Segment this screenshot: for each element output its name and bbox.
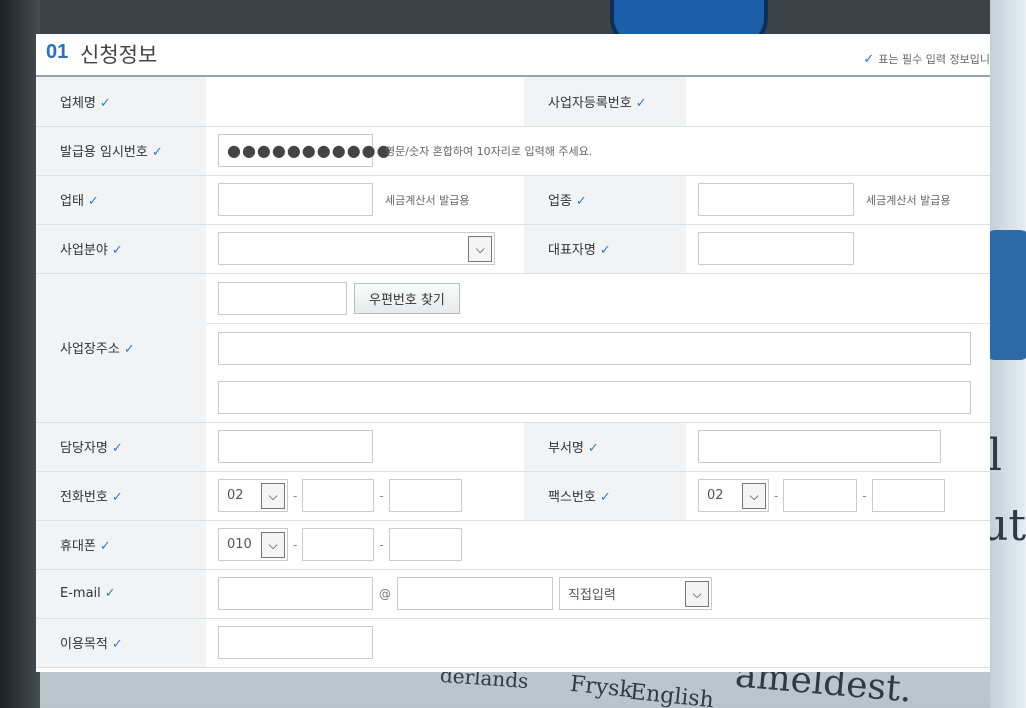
mobile-last-input[interactable]: [388, 528, 462, 561]
email-at-sign: @: [379, 586, 391, 601]
label-purpose: 이용목적 ✓: [36, 618, 206, 668]
form-row: E-mail ✓ @ 직접입력 ⌵: [36, 569, 990, 619]
background-text: English: [628, 679, 715, 708]
address-line1-input[interactable]: [218, 331, 971, 365]
check-icon: ✓: [635, 95, 647, 111]
application-form: 01 신청정보 ✓ 표는 필수 입력 정보입니 업체명 ✓ 사업자등록번호 ✓ 발급용…: [36, 34, 990, 672]
chevron-down-icon[interactable]: ⌵: [261, 483, 285, 509]
check-icon: ✓: [99, 95, 111, 111]
ceo-name-input[interactable]: [698, 232, 854, 265]
chevron-down-icon[interactable]: ⌵: [468, 236, 492, 262]
phone-last-input[interactable]: [388, 479, 462, 512]
check-icon: ✓: [599, 243, 611, 258]
form-row: 사업분야 ✓ ⌵ 대표자명 ✓: [36, 224, 990, 274]
section-title: 신청정보: [80, 43, 158, 67]
zip-code-input[interactable]: [218, 281, 347, 315]
check-icon: ✓: [99, 539, 111, 554]
mobile-mid-input[interactable]: [302, 528, 375, 561]
section-header: 01 신청정보 ✓ 표는 필수 입력 정보입니: [36, 34, 990, 77]
check-icon: ✓: [111, 637, 123, 652]
email-id-input[interactable]: [218, 577, 373, 610]
temp-password-hint: 영문/숫자 혼합하여 10자리로 입력해 주세요.: [385, 144, 593, 158]
check-icon: ✓: [587, 441, 599, 456]
check-icon: ✓: [111, 490, 123, 505]
form-row: 업태 ✓ 세금계산서 발급용 업종 ✓ 세금계산서 발급용: [36, 175, 990, 225]
form-table: 업체명 ✓ 사업자등록번호 ✓ 발급용 임시번호 ✓ ●●●●●●●●●●● 영문/숫…: [36, 77, 990, 668]
label-biz-type: 업태 ✓: [36, 175, 206, 225]
fax-mid-input[interactable]: [783, 479, 858, 512]
temp-password-input[interactable]: ●●●●●●●●●●●: [218, 134, 391, 167]
label-manager: 담당자명 ✓: [36, 422, 206, 472]
purpose-input[interactable]: [218, 626, 373, 659]
label-ceo-name: 대표자명 ✓: [524, 224, 686, 274]
email-domain-input[interactable]: [397, 577, 553, 610]
address-line2-input[interactable]: [218, 380, 971, 414]
background-shape: [985, 230, 1026, 360]
form-row: 사업장주소 ✓ 우편번호 찾기: [36, 273, 990, 423]
fax-last-input[interactable]: [871, 479, 945, 512]
form-row: 업체명 ✓ 사업자등록번호 ✓: [36, 77, 990, 127]
check-icon: ✓: [87, 194, 99, 209]
check-icon: ✓: [863, 52, 875, 67]
find-zip-button[interactable]: 우편번호 찾기: [354, 282, 460, 314]
form-row: 휴대폰 ✓ 010 ⌵ - -: [36, 520, 990, 570]
phone-area-select[interactable]: 02 ⌵: [218, 479, 288, 512]
label-temp-password: 발급용 임시번호 ✓: [36, 126, 206, 176]
background-text: l: [988, 430, 1003, 481]
check-icon: ✓: [111, 243, 123, 258]
check-icon: ✓: [111, 441, 123, 456]
fax-area-select[interactable]: 02 ⌵: [698, 479, 769, 512]
biz-item-hint: 세금계산서 발급용: [866, 193, 951, 207]
label-email: E-mail ✓: [36, 569, 206, 619]
form-row: 전화번호 ✓ 02 ⌵ - - 팩스번호 ✓ 02 ⌵ - -: [36, 471, 990, 521]
chevron-down-icon[interactable]: ⌵: [742, 483, 766, 509]
label-company-name: 업체명 ✓: [36, 77, 206, 127]
form-row: 이용목적 ✓: [36, 618, 990, 668]
label-biz-item: 업종 ✓: [524, 175, 686, 225]
biz-item-input[interactable]: [698, 183, 854, 216]
label-department: 부서명 ✓: [524, 422, 686, 472]
form-row: 발급용 임시번호 ✓ ●●●●●●●●●●● 영문/숫자 혼합하여 10자리로 입…: [36, 126, 990, 176]
label-phone: 전화번호 ✓: [36, 471, 206, 521]
check-icon: ✓: [599, 490, 611, 505]
check-icon: ✓: [575, 194, 587, 209]
check-icon: ✓: [151, 145, 163, 160]
check-icon: ✓: [123, 342, 135, 357]
form-row: 담당자명 ✓ 부서명 ✓: [36, 422, 990, 472]
label-address: 사업장주소 ✓: [36, 273, 206, 423]
department-input[interactable]: [698, 430, 941, 463]
biz-field-select[interactable]: ⌵: [218, 232, 495, 265]
mobile-prefix-select[interactable]: 010 ⌵: [218, 528, 288, 561]
label-biz-reg-no: 사업자등록번호 ✓: [524, 77, 686, 127]
label-mobile: 휴대폰 ✓: [36, 520, 206, 570]
chevron-down-icon[interactable]: ⌵: [685, 581, 709, 607]
required-note: ✓ 표는 필수 입력 정보입니: [863, 52, 990, 67]
label-biz-field: 사업분야 ✓: [36, 224, 206, 274]
background-text: Frysk: [568, 671, 634, 704]
chevron-down-icon[interactable]: ⌵: [261, 532, 285, 558]
label-fax: 팩스번호 ✓: [524, 471, 686, 521]
email-domain-select[interactable]: 직접입력 ⌵: [559, 577, 712, 610]
phone-mid-input[interactable]: [302, 479, 375, 512]
section-number: 01: [46, 41, 69, 63]
manager-input[interactable]: [218, 430, 373, 463]
biz-type-input[interactable]: [218, 183, 373, 216]
check-icon: ✓: [104, 586, 116, 601]
biz-type-hint: 세금계산서 발급용: [385, 193, 470, 207]
